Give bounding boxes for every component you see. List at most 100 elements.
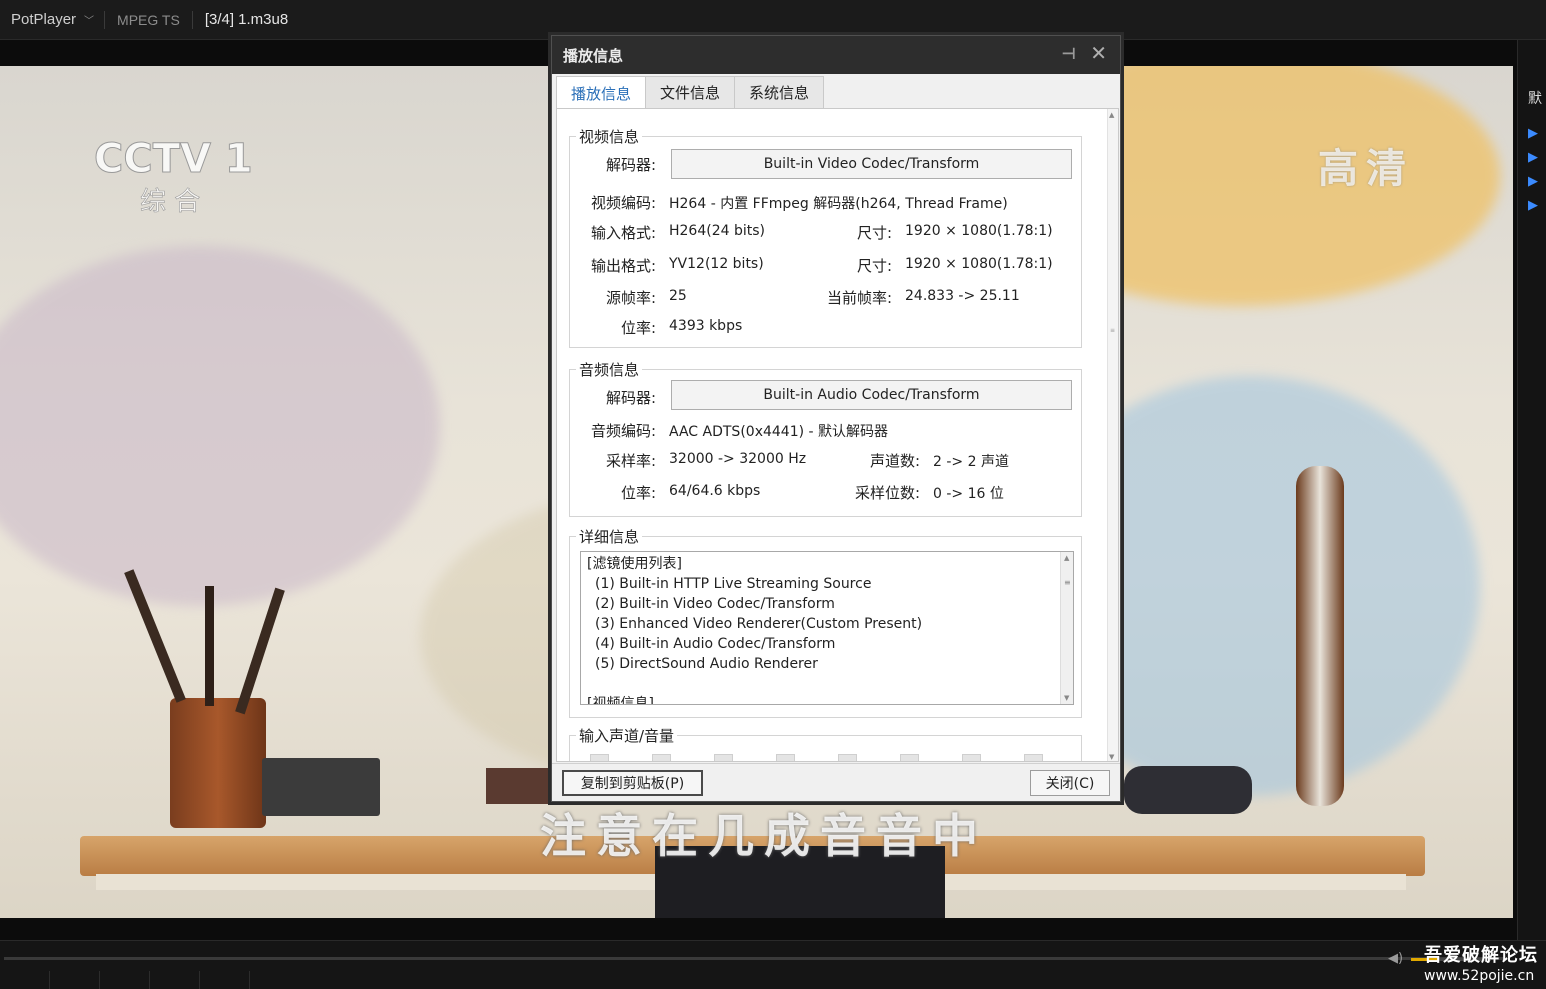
- seek-bar[interactable]: [4, 957, 1504, 960]
- detail-line: [滤镜使用列表]: [587, 556, 682, 572]
- watermark: 吾爱破解论坛 www.52pojie.cn: [1424, 941, 1538, 984]
- copy-to-clipboard-button[interactable]: 复制到剪贴板(P): [562, 770, 703, 796]
- close-icon[interactable]: ✕: [1090, 41, 1107, 65]
- output-size-value: 1920 × 1080(1.78:1): [905, 256, 1053, 272]
- scroll-grip-icon[interactable]: ≡: [1064, 578, 1071, 587]
- play-marker-icon[interactable]: ▶: [1528, 126, 1538, 141]
- video-info-group: 视频信息 解码器: Built-in Video Codec/Transform…: [569, 126, 1082, 348]
- video-bitrate-label: 位率:: [620, 319, 656, 337]
- channel-meter[interactable]: [652, 754, 671, 761]
- title-bar: PotPlayer ﹀ MPEG TS [3/4] 1.m3u8: [0, 0, 1546, 40]
- scroll-up-icon[interactable]: ▲: [1109, 111, 1114, 119]
- audio-codec-label: 音频编码:: [590, 422, 656, 440]
- tab-system-info[interactable]: 系统信息: [734, 76, 825, 108]
- play-marker-icon[interactable]: ▶: [1528, 198, 1538, 213]
- group-title: 音频信息: [576, 359, 643, 380]
- video-subtitle: 注意在几成音音中: [540, 809, 988, 863]
- play-marker-icon[interactable]: ▶: [1528, 174, 1538, 189]
- svg-text:CCTV 1: CCTV 1: [94, 136, 253, 182]
- close-button[interactable]: 关闭(C): [1030, 770, 1110, 796]
- bitdepth-label: 采样位数:: [854, 484, 920, 502]
- control-button[interactable]: [200, 971, 250, 989]
- audio-info-group: 音频信息 解码器: Built-in Audio Codec/Transform…: [569, 359, 1082, 517]
- video-codec-value: H264 - 内置 FFmpeg 解码器(h264, Thread Frame): [669, 196, 1008, 212]
- channel-meter[interactable]: [1024, 754, 1043, 761]
- scroll-grip-icon[interactable]: ≡: [1110, 328, 1116, 334]
- ink-stone: [262, 758, 380, 816]
- detail-info-group: 详细信息 [滤镜使用列表] (1) Built-in HTTP Live Str…: [569, 526, 1082, 718]
- control-button[interactable]: [150, 971, 200, 989]
- channel-meter[interactable]: [962, 754, 981, 761]
- decoder-label: 解码器:: [605, 156, 656, 174]
- hd-badge: 高清: [1318, 145, 1414, 192]
- control-button[interactable]: [0, 971, 50, 989]
- input-size-label: 尺寸:: [856, 224, 892, 242]
- channel-meters: [590, 754, 1090, 761]
- current-fps-label: 当前帧率:: [826, 289, 892, 307]
- detail-line: (1) Built-in HTTP Live Streaming Source: [595, 576, 872, 592]
- control-button[interactable]: [100, 971, 150, 989]
- current-fps-value: 24.833 -> 25.11: [905, 288, 1020, 304]
- chevron-down-icon: ﹀: [84, 16, 95, 27]
- source-fps-value: 25: [669, 288, 687, 304]
- speaker-icon[interactable]: ◀): [1388, 951, 1403, 966]
- channel-meter[interactable]: [900, 754, 919, 761]
- tab-file-info[interactable]: 文件信息: [645, 76, 736, 108]
- detail-line: (4) Built-in Audio Codec/Transform: [595, 636, 836, 652]
- input-format-value: H264(24 bits): [669, 223, 765, 239]
- control-bar: ◀) 吾爱破解论坛 www.52pojie.cn: [0, 940, 1546, 989]
- scroll-up-icon[interactable]: ▲: [1064, 554, 1069, 562]
- video-codec-label: 视频编码:: [590, 194, 656, 212]
- detail-line: (5) DirectSound Audio Renderer: [595, 656, 818, 672]
- playlist-panel[interactable]: 默 ▶ ▶ ▶ ▶: [1517, 40, 1546, 940]
- scroll-down-icon[interactable]: ▼: [1064, 694, 1069, 702]
- control-button[interactable]: [50, 971, 100, 989]
- detail-lines: [滤镜使用列表] (1) Built-in HTTP Live Streamin…: [581, 552, 1073, 705]
- dialog-title: 播放信息: [563, 46, 624, 65]
- channel-meter[interactable]: [838, 754, 857, 761]
- samplerate-value: 32000 -> 32000 Hz: [669, 451, 807, 467]
- app-menu-button[interactable]: PotPlayer ﹀: [0, 0, 104, 40]
- scroll-down-icon[interactable]: ▼: [1109, 753, 1114, 761]
- audio-codec-value: AAC ADTS(0x4441) - 默认解码器: [669, 424, 889, 440]
- scrollbar[interactable]: ▲ ≡ ▼: [1107, 109, 1118, 761]
- ink-stick: [486, 768, 548, 804]
- channel-meter[interactable]: [776, 754, 795, 761]
- potplayer-window: PotPlayer ﹀ MPEG TS [3/4] 1.m3u8 CCTV 1 …: [0, 0, 1546, 989]
- tab-content: ▲ ≡ ▼ 视频信息 解码器: Built-in Video Codec/Tra…: [556, 108, 1119, 762]
- detail-line: [视频信息]: [587, 696, 654, 705]
- dialog-titlebar[interactable]: 播放信息 ⊣ ✕: [552, 36, 1120, 74]
- group-title: 视频信息: [576, 126, 643, 147]
- output-format-value: YV12(12 bits): [669, 256, 764, 272]
- dialog-footer: 复制到剪贴板(P) 关闭(C): [552, 763, 1120, 801]
- input-format-label: 输入格式:: [590, 224, 656, 242]
- channel-meter[interactable]: [590, 754, 609, 761]
- detail-line: [587, 674, 1067, 694]
- audio-decoder-button[interactable]: Built-in Audio Codec/Transform: [671, 380, 1072, 410]
- detail-line: (2) Built-in Video Codec/Transform: [595, 596, 835, 612]
- rock-ornament: [1124, 766, 1252, 814]
- output-size-label: 尺寸:: [856, 257, 892, 275]
- brush-pot: [170, 698, 266, 828]
- tab-playback-info[interactable]: 播放信息: [556, 76, 647, 110]
- pin-icon[interactable]: ⊣: [1061, 44, 1076, 63]
- brush: [235, 587, 285, 715]
- source-fps-label: 源帧率:: [605, 289, 656, 307]
- group-title: 详细信息: [576, 526, 643, 547]
- detail-scrollbar[interactable]: ▲ ≡ ▼: [1060, 552, 1073, 704]
- watermark-url: www.52pojie.cn: [1424, 968, 1535, 984]
- detail-line: (3) Enhanced Video Renderer(Custom Prese…: [595, 616, 923, 632]
- app-name: PotPlayer: [11, 11, 77, 28]
- channel-meter[interactable]: [714, 754, 733, 761]
- play-marker-icon[interactable]: ▶: [1528, 150, 1538, 165]
- video-decoder-button[interactable]: Built-in Video Codec/Transform: [671, 149, 1072, 179]
- channels-label: 声道数:: [869, 452, 920, 470]
- detail-text-area[interactable]: [滤镜使用列表] (1) Built-in HTTP Live Streamin…: [580, 551, 1074, 705]
- file-title: [3/4] 1.m3u8: [204, 11, 289, 28]
- video-bitrate-value: 4393 kbps: [669, 318, 743, 334]
- audio-bitrate-label: 位率:: [620, 484, 656, 502]
- channels-value: 2 -> 2 声道: [933, 454, 1009, 470]
- playlist-label: 默: [1528, 91, 1542, 107]
- format-label: MPEG TS: [117, 11, 180, 28]
- decoder-label: 解码器:: [605, 389, 656, 407]
